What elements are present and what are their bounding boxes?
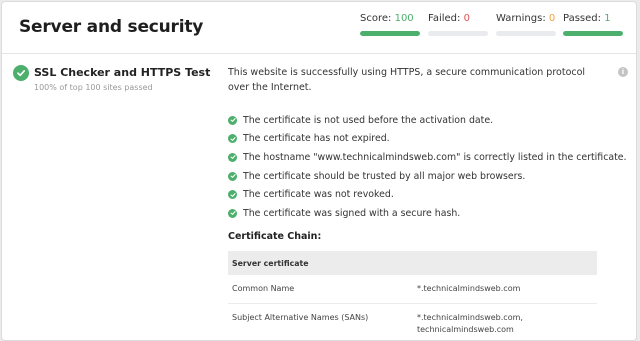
failed-metric: Failed: 0 (428, 13, 488, 36)
result-text: The certificate was signed with a secure… (243, 208, 460, 219)
row-key: Common Name (228, 275, 413, 304)
result-item: The certificate has not expired. (228, 130, 627, 149)
result-text: The certificate is not used before the a… (243, 115, 493, 126)
result-text: The certificate was not revoked. (243, 189, 394, 200)
result-item: The certificate is not used before the a… (228, 111, 627, 130)
chain-section-header: Server certificate (228, 251, 597, 275)
passed-bar-fill (563, 31, 623, 36)
check-icon (228, 116, 237, 125)
result-item: The certificate was not revoked. (228, 185, 627, 204)
check-summary: This website is successfully using HTTPS… (228, 65, 608, 95)
warnings-metric: Warnings: 0 (496, 13, 556, 36)
passed-bar (563, 31, 623, 36)
result-text: The certificate has not expired. (243, 133, 390, 144)
warnings-label: Warnings: (496, 13, 546, 24)
failed-label: Failed: (428, 13, 460, 24)
certificate-chain-table: Server certificate Common Name *.technic… (228, 251, 597, 341)
chain-heading: Certificate Chain: (228, 231, 321, 242)
row-key: Subject Alternative Names (SANs) (228, 304, 413, 341)
passed-value: 1 (604, 13, 610, 24)
check-circle-icon (13, 65, 29, 81)
check-subtitle: 100% of top 100 sites passed (34, 83, 153, 92)
warnings-value: 0 (549, 13, 555, 24)
check-icon (228, 172, 237, 181)
passed-label: Passed: (563, 13, 601, 24)
check-results-list: The certificate is not used before the a… (228, 111, 627, 223)
result-item: The certificate was signed with a secure… (228, 204, 627, 223)
warnings-bar (496, 31, 556, 36)
passed-metric: Passed: 1 (563, 13, 623, 36)
check-icon (228, 134, 237, 143)
table-row: Common Name *.technicalmindsweb.com (228, 275, 597, 304)
result-item: The certificate should be trusted by all… (228, 167, 627, 186)
check-details: This website is successfully using HTTPS… (228, 65, 608, 95)
score-bar (360, 31, 420, 36)
check-icon (228, 153, 237, 162)
result-text: The hostname "www.technicalmindsweb.com"… (243, 152, 627, 163)
table-row: Subject Alternative Names (SANs) *.techn… (228, 304, 597, 341)
section-title: Server and security (19, 17, 203, 37)
failed-value: 0 (464, 13, 470, 24)
score-value: 100 (395, 13, 414, 24)
section-header: Server and security Score: 100 Failed: 0… (2, 2, 636, 54)
row-value: *.technicalmindsweb.com, technicalmindsw… (413, 304, 597, 341)
score-bar-fill (360, 31, 420, 36)
result-item: The hostname "www.technicalmindsweb.com"… (228, 148, 627, 167)
info-icon[interactable]: i (618, 67, 628, 77)
check-icon (228, 190, 237, 199)
failed-bar (428, 31, 488, 36)
score-label: Score: (360, 13, 391, 24)
score-metric: Score: 100 (360, 13, 420, 36)
check-title: SSL Checker and HTTPS Test (34, 66, 210, 79)
row-value: *.technicalmindsweb.com (413, 275, 597, 304)
server-security-card: Server and security Score: 100 Failed: 0… (1, 1, 637, 341)
result-text: The certificate should be trusted by all… (243, 171, 525, 182)
check-icon (228, 209, 237, 218)
